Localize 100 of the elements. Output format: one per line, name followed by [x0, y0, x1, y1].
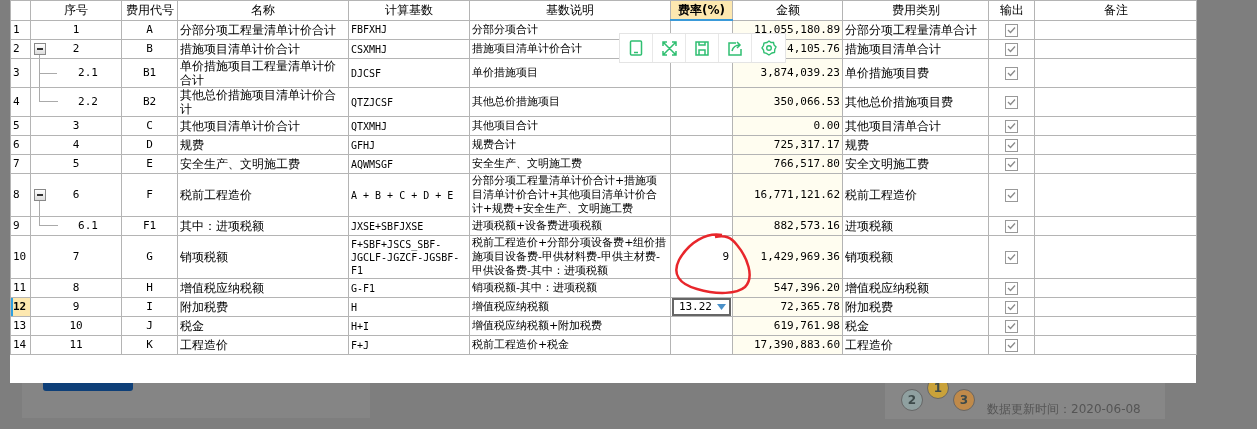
checkbox[interactable]	[1005, 43, 1018, 56]
table-cell: 72,365.78	[780, 300, 840, 313]
column-header[interactable]: 名称	[177, 0, 349, 20]
row-number[interactable]: 14	[10, 335, 31, 355]
table-cell: FBFXHJ	[351, 24, 388, 36]
table-cell: E	[146, 157, 153, 170]
table-cell: 增值税应纳税额	[845, 281, 929, 295]
table-cell: 增值税应纳税额	[472, 300, 549, 313]
table-cell: 税金	[180, 319, 204, 333]
table-cell: 措施项目清单合计	[845, 42, 941, 56]
table-cell: 547,396.20	[773, 281, 840, 294]
column-header[interactable]: 计算基数	[348, 0, 470, 20]
medal-icon: 2	[901, 389, 923, 411]
row-number[interactable]: 6	[10, 135, 31, 155]
checkbox[interactable]	[1005, 158, 1018, 171]
checkbox[interactable]	[1005, 282, 1018, 295]
table-cell-text: 9	[722, 250, 730, 263]
column-header[interactable]: 费用类别	[842, 0, 989, 20]
row-number[interactable]: 3	[10, 58, 31, 88]
table-cell: 安全生产、文明施工费	[180, 157, 300, 171]
checkbox[interactable]	[1005, 23, 1018, 37]
column-header[interactable]: 序号	[30, 0, 122, 20]
row-number[interactable]: 1	[10, 20, 31, 40]
checkbox[interactable]	[1005, 120, 1018, 133]
table-cell: 11	[69, 338, 83, 352]
table-cell: 619,761.98	[773, 319, 840, 332]
table-cell: B2	[142, 95, 157, 108]
tablet-icon	[629, 40, 643, 56]
table-cell: 销项税额	[845, 250, 893, 264]
table-cell: 0.00	[813, 119, 840, 132]
table-cell: 增值税应纳税额+附加税费	[472, 319, 603, 332]
table-cell: 6	[72, 188, 80, 202]
table-cell: 17,390,883.60	[753, 338, 840, 351]
checkbox[interactable]	[1005, 189, 1018, 202]
row-number[interactable]: 7	[10, 154, 31, 174]
table-cell: 增值税应纳税额	[180, 281, 264, 295]
table-cell: 措施项目清单计价合计	[472, 42, 582, 55]
checkbox[interactable]	[1005, 320, 1018, 333]
row-number[interactable]: 13	[10, 316, 31, 336]
row-number[interactable]: 9	[10, 216, 31, 236]
table-cell: 766,517.80	[773, 157, 840, 170]
table-cell: 2.2	[78, 95, 98, 109]
checkbox[interactable]	[1005, 67, 1018, 80]
table-cell: 1,429,969.36	[760, 250, 840, 263]
checkbox[interactable]	[1005, 220, 1018, 233]
table-cell: 工程造价	[845, 338, 893, 352]
checkbox[interactable]	[1005, 251, 1018, 264]
collapse-toggle[interactable]	[34, 189, 46, 201]
column-header[interactable]: 备注	[1034, 0, 1197, 20]
table-cell: 安全文明施工费	[845, 157, 929, 171]
table-cell: 其他项目清单合计	[845, 119, 941, 133]
table-cell: 安全生产、文明施工费	[472, 157, 582, 170]
collapse-toggle[interactable]	[34, 43, 46, 55]
table-cell: B1	[142, 66, 157, 79]
table-cell: 税前工程造价+分部分项设备费+组价措施项目设备费-甲供材料费-甲供主材费-甲供设备费-其中：进项税额	[472, 236, 667, 277]
checkbox[interactable]	[1005, 339, 1018, 352]
checkbox[interactable]	[1005, 301, 1018, 314]
column-header[interactable]: 输出	[988, 0, 1035, 20]
table-cell: 2.1	[78, 66, 98, 80]
table-cell: 规费	[845, 138, 869, 152]
table-cell: B	[146, 42, 153, 55]
save-icon	[695, 40, 709, 56]
row-number[interactable]: 4	[10, 87, 31, 117]
table-cell: 16,771,121.62	[753, 188, 840, 201]
table-cell: 882,573.16	[773, 219, 840, 232]
table-cell: 税金	[845, 319, 869, 333]
column-header[interactable]: 费用代号	[121, 0, 178, 20]
row-number[interactable]: 2	[10, 39, 31, 59]
row-number[interactable]: 11	[10, 278, 31, 298]
checkbox[interactable]	[1005, 139, 1018, 152]
table-cell: 1	[72, 22, 80, 37]
column-header[interactable]: 金额	[732, 0, 843, 20]
table-cell: H	[351, 301, 358, 313]
table-cell: 其中：进项税额	[180, 219, 264, 233]
row-number[interactable]: 10	[10, 235, 31, 279]
table-cell: 其他总价措施项目清单计价合计	[180, 88, 336, 116]
table-cell: 9	[72, 300, 80, 314]
share-icon	[727, 40, 743, 56]
table-cell: A + B + C + D + E	[351, 189, 454, 201]
row-number[interactable]: 8	[10, 173, 31, 217]
table-cell: 3,874,039.23	[760, 66, 840, 79]
table-cell: I	[146, 300, 153, 313]
rate-dropdown[interactable]: 13.22	[672, 298, 731, 316]
table-cell: 单价措施项目	[472, 66, 538, 79]
table-cell: H+I	[351, 320, 370, 332]
settings-icon	[760, 40, 777, 56]
table-cell: G-F1	[351, 282, 376, 294]
table-cell: 规费合计	[472, 138, 516, 151]
checkbox[interactable]	[1005, 96, 1018, 109]
expand-icon	[661, 40, 677, 56]
row-number[interactable]: 5	[10, 116, 31, 136]
table-cell: 4	[72, 138, 80, 152]
table-cell: 5	[72, 157, 80, 171]
table-cell: F+SBF+JSCS_SBF-JGCLF-JGZCF-JGSBF-F1	[351, 238, 460, 276]
table-cell: 税前工程造价	[845, 188, 917, 202]
table-cell: A	[146, 22, 153, 36]
column-header[interactable]: 费率(%)	[670, 0, 733, 20]
column-header[interactable]: 基数说明	[469, 0, 671, 20]
table-cell: DJCSF	[351, 67, 382, 79]
table-cell: QTXMHJ	[351, 120, 388, 132]
